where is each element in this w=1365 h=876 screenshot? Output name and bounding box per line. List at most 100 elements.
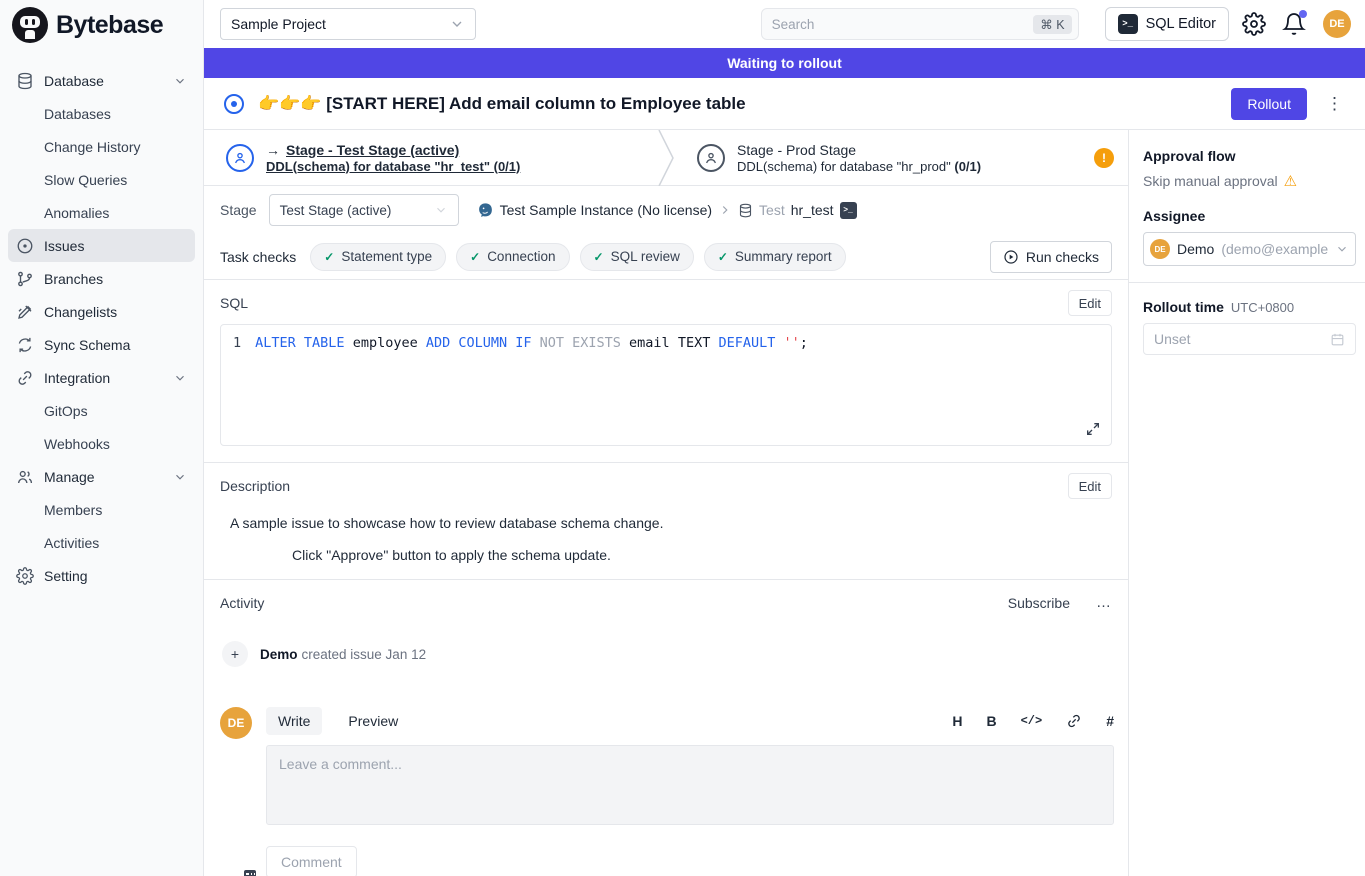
notification-dot — [1299, 10, 1307, 18]
activity-more-button[interactable]: … — [1096, 594, 1112, 611]
divider — [1129, 282, 1365, 283]
description-label: Description — [220, 478, 290, 494]
actor-name: Demo — [260, 647, 298, 662]
stage-title: →Stage - Test Stage (active) — [266, 142, 459, 158]
warning-badge: ! — [1094, 148, 1114, 168]
sidebar-item-databases[interactable]: Databases — [8, 97, 195, 130]
circle-dot-icon — [16, 237, 34, 255]
environment-label: Test — [759, 202, 785, 218]
sidebar-item-integration[interactable]: Integration — [8, 361, 195, 394]
format-toolbar: H B </> # — [952, 713, 1114, 729]
sidebar-item-setting[interactable]: Setting — [8, 559, 195, 592]
sql-editor[interactable]: 1 ALTER TABLE employee ADD COLUMN IF NOT… — [220, 324, 1112, 446]
expand-icon[interactable] — [1085, 421, 1101, 437]
link-format-button[interactable] — [1066, 713, 1082, 729]
check-connection[interactable]: ✓Connection — [456, 243, 569, 271]
run-checks-button[interactable]: Run checks — [990, 241, 1112, 273]
rollout-time-input[interactable]: Unset — [1143, 323, 1356, 355]
left-sidebar: Bytebase Database Databases Change Histo… — [0, 0, 204, 876]
comment-input[interactable] — [266, 745, 1114, 825]
sidebar-item-label: Database — [44, 73, 104, 89]
sidebar-item-activities[interactable]: Activities — [8, 526, 195, 559]
users-icon — [16, 468, 34, 486]
issue-open-icon — [224, 94, 244, 114]
comment-avatar: DE — [220, 707, 252, 876]
assignee-select[interactable]: DE Demo (demo@example — [1143, 232, 1356, 266]
rollout-time-label: Rollout time — [1143, 299, 1224, 315]
chevron-down-icon — [173, 371, 187, 385]
issue-header: 👉👉👉 [START HERE] Add email column to Emp… — [204, 78, 1365, 130]
stage-select[interactable]: Test Stage (active) — [269, 194, 459, 226]
rollout-timezone: UTC+0800 — [1231, 300, 1294, 315]
instance-name[interactable]: Test Sample Instance (No license) — [500, 202, 712, 218]
user-avatar[interactable]: DE — [1323, 10, 1351, 38]
plus-icon: + — [222, 641, 248, 667]
approval-flow-label: Approval flow — [1143, 148, 1356, 164]
terminal-icon — [1118, 14, 1138, 34]
sidebar-item-sync-schema[interactable]: Sync Schema — [8, 328, 195, 361]
database-icon — [738, 203, 753, 218]
hash-format-button[interactable]: # — [1106, 713, 1114, 729]
sidebar-item-change-history[interactable]: Change History — [8, 130, 195, 163]
activity-text: created issue Jan 12 — [302, 647, 427, 662]
issue-sidebar: Approval flow Skip manual approval ⚠ Ass… — [1128, 130, 1365, 876]
sidebar-item-members[interactable]: Members — [8, 493, 195, 526]
kebab-menu-button[interactable]: ⋮ — [1321, 90, 1349, 118]
chevron-right-icon — [718, 203, 732, 217]
search-input[interactable] — [772, 17, 1026, 32]
check-summary-report[interactable]: ✓Summary report — [704, 243, 846, 271]
bytebase-app: Bytebase Database Databases Change Histo… — [0, 0, 1365, 876]
sidebar-item-slow-queries[interactable]: Slow Queries — [8, 163, 195, 196]
database-icon — [16, 72, 34, 90]
topbar: Sample Project ⌘ K SQL Editor DE — [204, 0, 1365, 48]
sidebar-item-database[interactable]: Database — [8, 64, 195, 97]
tab-write[interactable]: Write — [266, 707, 322, 735]
stage-prod[interactable]: Stage - Prod Stage DDL(schema) for datab… — [675, 130, 1128, 185]
sidebar-item-changelists[interactable]: Changelists — [8, 295, 195, 328]
content-area: →Stage - Test Stage (active) DDL(schema)… — [204, 130, 1365, 876]
sidebar-item-branches[interactable]: Branches — [8, 262, 195, 295]
brand-logo[interactable]: Bytebase — [0, 0, 203, 50]
sql-edit-button[interactable]: Edit — [1068, 290, 1112, 316]
check-sql-review[interactable]: ✓SQL review — [580, 243, 694, 271]
tab-preview[interactable]: Preview — [336, 707, 410, 735]
line-number: 1 — [233, 335, 241, 351]
database-name[interactable]: hr_test — [791, 202, 834, 218]
notifications-button[interactable] — [1279, 9, 1309, 39]
assignee-name: Demo — [1177, 241, 1214, 257]
git-branch-icon — [16, 270, 34, 288]
rollout-button[interactable]: Rollout — [1231, 88, 1307, 120]
bold-format-button[interactable]: B — [986, 713, 996, 729]
activity-label: Activity — [220, 595, 264, 611]
comment-bubble-icon — [244, 870, 256, 876]
sidebar-item-webhooks[interactable]: Webhooks — [8, 427, 195, 460]
calendar-icon — [1330, 332, 1345, 347]
settings-gear-button[interactable] — [1239, 9, 1269, 39]
sidebar-item-gitops[interactable]: GitOps — [8, 394, 195, 427]
project-select[interactable]: Sample Project — [220, 8, 476, 40]
stage-label: Stage — [220, 202, 257, 218]
open-sql-editor-icon[interactable] — [840, 202, 857, 219]
stage-test[interactable]: →Stage - Test Stage (active) DDL(schema)… — [204, 130, 657, 185]
chevron-down-icon — [173, 74, 187, 88]
sql-statement: 1 ALTER TABLE employee ADD COLUMN IF NOT… — [233, 335, 1099, 351]
comment-submit-button[interactable]: Comment — [266, 846, 357, 876]
heading-format-button[interactable]: H — [952, 713, 962, 729]
sidebar-nav: Database Databases Change History Slow Q… — [0, 50, 203, 592]
sql-label: SQL — [220, 295, 248, 311]
subscribe-button[interactable]: Subscribe — [1008, 595, 1070, 611]
status-banner: Waiting to rollout — [204, 48, 1365, 78]
description-edit-button[interactable]: Edit — [1068, 473, 1112, 499]
check-statement-type[interactable]: ✓Statement type — [310, 243, 446, 271]
code-format-button[interactable]: </> — [1021, 714, 1043, 728]
sidebar-item-anomalies[interactable]: Anomalies — [8, 196, 195, 229]
assignee-avatar: DE — [1150, 239, 1170, 259]
check-icon: ✓ — [718, 250, 728, 264]
brand-name: Bytebase — [56, 11, 163, 40]
check-icon: ✓ — [594, 250, 604, 264]
sql-editor-button[interactable]: SQL Editor — [1105, 7, 1229, 41]
sidebar-item-issues[interactable]: Issues — [8, 229, 195, 262]
search-box[interactable]: ⌘ K — [761, 8, 1079, 40]
sidebar-item-manage[interactable]: Manage — [8, 460, 195, 493]
task-checks-label: Task checks — [220, 249, 296, 265]
